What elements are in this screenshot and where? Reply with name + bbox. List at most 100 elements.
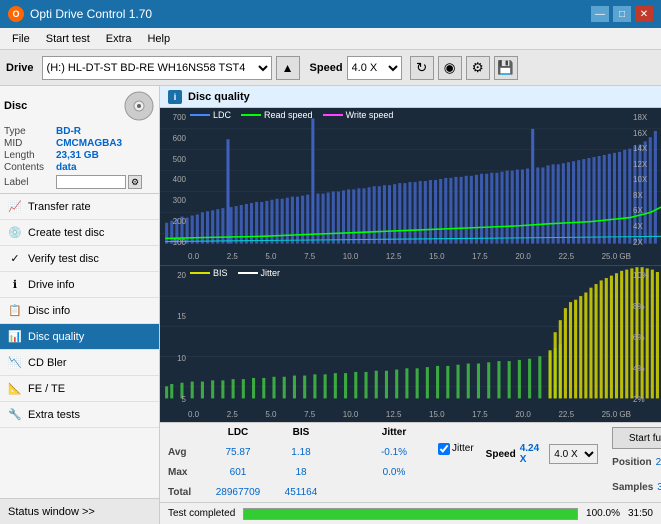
sidebar-item-extra-tests[interactable]: 🔧 Extra tests [0, 402, 159, 428]
refresh-button[interactable]: ↻ [410, 56, 434, 80]
menu-bar: File Start test Extra Help [0, 28, 661, 50]
minimize-button[interactable]: — [591, 6, 609, 22]
disc-label-input[interactable] [56, 175, 126, 189]
disc-type-value: BD-R [56, 126, 81, 137]
legend-jitter-color [238, 272, 258, 274]
menu-start-test[interactable]: Start test [38, 31, 98, 47]
sidebar-item-label-extra-tests: Extra tests [28, 409, 80, 421]
jitter-label: Jitter [452, 443, 474, 454]
sidebar-item-label-create-test-disc: Create test disc [28, 227, 104, 239]
elapsed-time: 31:50 [628, 508, 653, 519]
status-bottom-bar: Test completed 100.0% 31:50 [160, 502, 661, 524]
status-window-label: Status window >> [8, 506, 95, 518]
y-label-300: 300 [173, 196, 186, 205]
speed-area: Speed 4.24 X 4.0 X [486, 427, 598, 498]
y-label-400: 400 [173, 175, 186, 184]
y-label-200: 200 [173, 217, 186, 226]
disc-length-label: Length [4, 150, 56, 161]
stats-total-ldc: 28967709 [204, 487, 272, 498]
app-title: Opti Drive Control 1.70 [30, 7, 152, 21]
legend-write-speed-label: Write speed [346, 110, 394, 120]
top-chart-x-axis: 0.0 2.5 5.0 7.5 10.0 12.5 15.0 17.5 20.0… [188, 249, 631, 265]
sidebar-item-cd-bler[interactable]: 📉 CD Bler [0, 350, 159, 376]
disc-button[interactable]: ◉ [438, 56, 462, 80]
chart-title: Disc quality [188, 91, 250, 103]
stats-avg-jitter: -0.1% [360, 447, 428, 458]
stats-speed-label: Speed [486, 449, 516, 460]
extra-tests-icon: 🔧 [8, 408, 22, 422]
drive-select[interactable]: (H:) HL-DT-ST BD-RE WH16NS58 TST4 [42, 56, 272, 80]
title-bar: O Opti Drive Control 1.70 — □ ✕ [0, 0, 661, 28]
transfer-rate-icon: 📈 [8, 200, 22, 214]
sidebar-item-label-cd-bler: CD Bler [28, 357, 67, 369]
disc-label-btn[interactable]: ⚙ [128, 175, 142, 189]
disc-length-value: 23,31 GB [56, 150, 99, 161]
top-chart-legend: LDC Read speed Write speed [190, 110, 393, 120]
sidebar-item-disc-info[interactable]: 📋 Disc info [0, 298, 159, 324]
toolbar: Drive (H:) HL-DT-ST BD-RE WH16NS58 TST4 … [0, 50, 661, 86]
content-area: i Disc quality LDC Read speed [160, 86, 661, 524]
disc-type-label: Type [4, 126, 56, 137]
progress-bar-container [243, 508, 578, 520]
save-button[interactable]: 💾 [494, 56, 518, 80]
right-stats: Start full Position 23862 MB Samples 381… [612, 427, 661, 498]
speed-select[interactable]: 4.0 X [347, 56, 402, 80]
settings-button[interactable]: ⚙ [466, 56, 490, 80]
bottom-chart-x-axis: 0.0 2.5 5.0 7.5 10.0 12.5 15.0 17.5 20.0… [188, 406, 631, 422]
legend-read-speed: Read speed [241, 110, 313, 120]
bottom-chart-svg [160, 266, 661, 423]
disc-contents-value: data [56, 162, 77, 173]
verify-test-disc-icon: ✓ [8, 252, 22, 266]
menu-file[interactable]: File [4, 31, 38, 47]
sidebar-item-disc-quality[interactable]: 📊 Disc quality [0, 324, 159, 350]
legend-ldc-color [190, 114, 210, 116]
legend-write-speed-color [323, 114, 343, 116]
menu-extra[interactable]: Extra [98, 31, 140, 47]
speed-label: Speed [310, 62, 343, 74]
samples-value: 381549 [657, 482, 661, 493]
top-chart-y-left: 700 600 500 400 300 200 100 [160, 113, 188, 247]
top-chart: LDC Read speed Write speed [160, 108, 661, 266]
legend-read-speed-color [241, 114, 261, 116]
disc-quality-icon: 📊 [8, 330, 22, 344]
bottom-chart-y-right: 10% 8% 6% 4% 2% [631, 271, 661, 405]
bottom-chart-y-left: 20 15 10 5 [160, 271, 188, 405]
fe-te-icon: 📐 [8, 382, 22, 396]
progress-bar-fill [244, 509, 577, 519]
stats-max-ldc: 601 [204, 467, 272, 478]
disc-panel-title: Disc [4, 100, 27, 112]
legend-write-speed: Write speed [323, 110, 394, 120]
close-button[interactable]: ✕ [635, 6, 653, 22]
menu-help[interactable]: Help [139, 31, 178, 47]
status-window-button[interactable]: Status window >> [0, 498, 159, 524]
y-label-500: 500 [173, 155, 186, 164]
sidebar-item-label-disc-quality: Disc quality [28, 331, 84, 343]
sidebar-item-label-verify-test-disc: Verify test disc [28, 253, 99, 265]
sidebar-item-transfer-rate[interactable]: 📈 Transfer rate [0, 194, 159, 220]
sidebar-menu: 📈 Transfer rate 💿 Create test disc ✓ Ver… [0, 194, 159, 498]
start-full-button[interactable]: Start full [612, 427, 661, 449]
chart-header-icon: i [168, 90, 182, 104]
stats-col-header-ldc: LDC [204, 427, 272, 438]
sidebar-item-fe-te[interactable]: 📐 FE / TE [0, 376, 159, 402]
legend-ldc-label: LDC [213, 110, 231, 120]
jitter-check-area: Jitter [438, 427, 474, 498]
stats-max-label: Max [168, 467, 204, 478]
main-layout: Disc Type BD-R MID CMCMAGBA3 Length 23,3… [0, 86, 661, 524]
stats-speed-select[interactable]: 4.0 X [549, 444, 598, 464]
samples-label: Samples [612, 482, 653, 493]
eject-button[interactable]: ▲ [276, 56, 300, 80]
sidebar-item-label-disc-info: Disc info [28, 305, 70, 317]
stats-total-bis: 451164 [272, 487, 330, 498]
drive-info-icon: ℹ [8, 278, 22, 292]
stats-total-label: Total [168, 487, 204, 498]
jitter-checkbox[interactable] [438, 443, 450, 455]
stats-table: LDC BIS Jitter Avg 75.87 1.18 -0.1% [168, 427, 428, 498]
sidebar-item-drive-info[interactable]: ℹ Drive info [0, 272, 159, 298]
sidebar-item-verify-test-disc[interactable]: ✓ Verify test disc [0, 246, 159, 272]
disc-contents-label: Contents [4, 162, 56, 173]
maximize-button[interactable]: □ [613, 6, 631, 22]
sidebar-item-create-test-disc[interactable]: 💿 Create test disc [0, 220, 159, 246]
chart-header: i Disc quality [160, 86, 661, 108]
legend-read-speed-label: Read speed [264, 110, 313, 120]
